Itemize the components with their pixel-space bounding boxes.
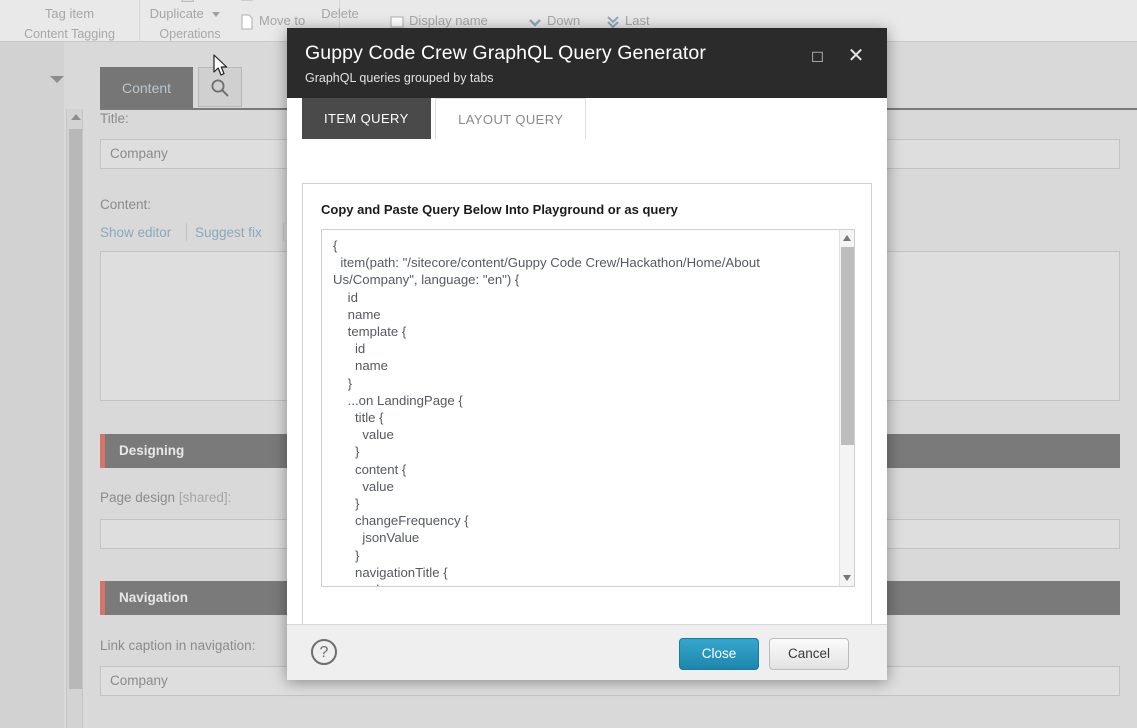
ribbon-item-label: Display name bbox=[409, 13, 488, 28]
help-circle-icon[interactable]: ? bbox=[311, 639, 337, 665]
copy-to-icon bbox=[240, 0, 254, 1]
dialog-subtitle: GraphQL queries grouped by tabs bbox=[305, 71, 869, 85]
scrollbar-thumb[interactable] bbox=[69, 129, 82, 689]
display-name-icon bbox=[390, 15, 404, 29]
content-tree-rail bbox=[0, 42, 64, 728]
ribbon-group-content-tagging: Tag item Content Tagging bbox=[0, 0, 140, 42]
ribbon-item-label: Last bbox=[625, 13, 650, 28]
chevron-down-icon bbox=[528, 16, 542, 28]
link-separator bbox=[186, 223, 187, 241]
dialog-title: Guppy Code Crew GraphQL Query Generator bbox=[305, 42, 869, 65]
query-scrollbar[interactable] bbox=[839, 230, 854, 586]
ribbon-item-display-name[interactable]: Display name bbox=[390, 13, 488, 29]
page-design-label: Page design [shared]: bbox=[100, 490, 231, 505]
double-chevron-down-icon bbox=[606, 16, 620, 28]
duplicate-caret-icon bbox=[212, 12, 220, 17]
window-controls: □ ✕ bbox=[801, 43, 873, 77]
delete-icon bbox=[328, 0, 352, 4]
suggest-fix-link[interactable]: Suggest fix bbox=[195, 225, 262, 240]
dialog-footer: ? Close Cancel bbox=[287, 624, 887, 680]
cancel-button[interactable]: Cancel bbox=[769, 638, 849, 670]
close-button[interactable]: Close bbox=[679, 638, 759, 670]
tag-item-button[interactable]: Tag item bbox=[0, 0, 139, 21]
duplicate-label: Duplicate bbox=[150, 6, 204, 21]
editor-scrollbar[interactable] bbox=[66, 109, 83, 728]
link-caption-label: Link caption in navigation: bbox=[100, 638, 255, 653]
ribbon-group-label: Content Tagging bbox=[0, 27, 139, 41]
page-design-label-text: Page design bbox=[100, 490, 175, 505]
maximize-icon[interactable]: □ bbox=[801, 47, 835, 77]
tab-content[interactable]: Content bbox=[100, 67, 193, 109]
dialog-tabbar: ITEM QUERY LAYOUT QUERY bbox=[287, 98, 887, 146]
move-to-icon bbox=[240, 14, 254, 30]
dialog-header: Guppy Code Crew GraphQL Query Generator … bbox=[287, 28, 887, 98]
close-icon[interactable]: ✕ bbox=[839, 43, 873, 73]
ribbon-item-last[interactable]: Last bbox=[606, 13, 650, 28]
query-textarea[interactable]: { item(path: "/sitecore/content/Guppy Co… bbox=[321, 229, 855, 587]
delete-label: Delete bbox=[321, 6, 359, 21]
ribbon-group-label: Operations bbox=[140, 27, 240, 41]
scrollbar-thumb[interactable] bbox=[841, 247, 854, 445]
show-editor-link[interactable]: Show editor bbox=[100, 225, 171, 240]
query-text: { item(path: "/sitecore/content/Guppy Co… bbox=[333, 237, 828, 587]
content-field-label: Content: bbox=[100, 197, 151, 212]
scroll-up-icon[interactable] bbox=[71, 114, 81, 120]
query-panel-label: Copy and Paste Query Below Into Playgrou… bbox=[321, 202, 678, 217]
chevron-down-icon[interactable] bbox=[50, 76, 64, 83]
duplicate-icon bbox=[173, 0, 197, 4]
link-separator bbox=[283, 223, 284, 241]
ribbon-item-label: Down bbox=[547, 13, 580, 28]
mouse-cursor bbox=[213, 54, 230, 78]
ribbon-item-label: Move to bbox=[259, 13, 305, 28]
title-field-label: Title: bbox=[100, 111, 129, 126]
tag-item-label: Tag item bbox=[45, 6, 94, 21]
page-design-shared-suffix: [shared]: bbox=[179, 490, 232, 505]
scroll-up-icon[interactable] bbox=[843, 235, 851, 241]
ribbon-item-copy-to[interactable]: Copy to bbox=[240, 0, 304, 1]
query-panel: Copy and Paste Query Below Into Playgrou… bbox=[302, 183, 872, 636]
search-icon bbox=[210, 78, 230, 98]
tab-layout-query[interactable]: LAYOUT QUERY bbox=[435, 98, 586, 139]
tab-item-query[interactable]: ITEM QUERY bbox=[302, 98, 431, 139]
duplicate-button[interactable]: Duplicate bbox=[140, 0, 230, 21]
graphql-query-generator-dialog: Guppy Code Crew GraphQL Query Generator … bbox=[287, 28, 887, 680]
scroll-down-icon[interactable] bbox=[843, 575, 851, 581]
ribbon-item-down[interactable]: Down bbox=[528, 13, 580, 28]
tag-icon bbox=[58, 0, 82, 4]
screen: Tag item Content Tagging Duplicate bbox=[0, 0, 1137, 728]
delete-button[interactable]: Delete bbox=[300, 0, 380, 21]
